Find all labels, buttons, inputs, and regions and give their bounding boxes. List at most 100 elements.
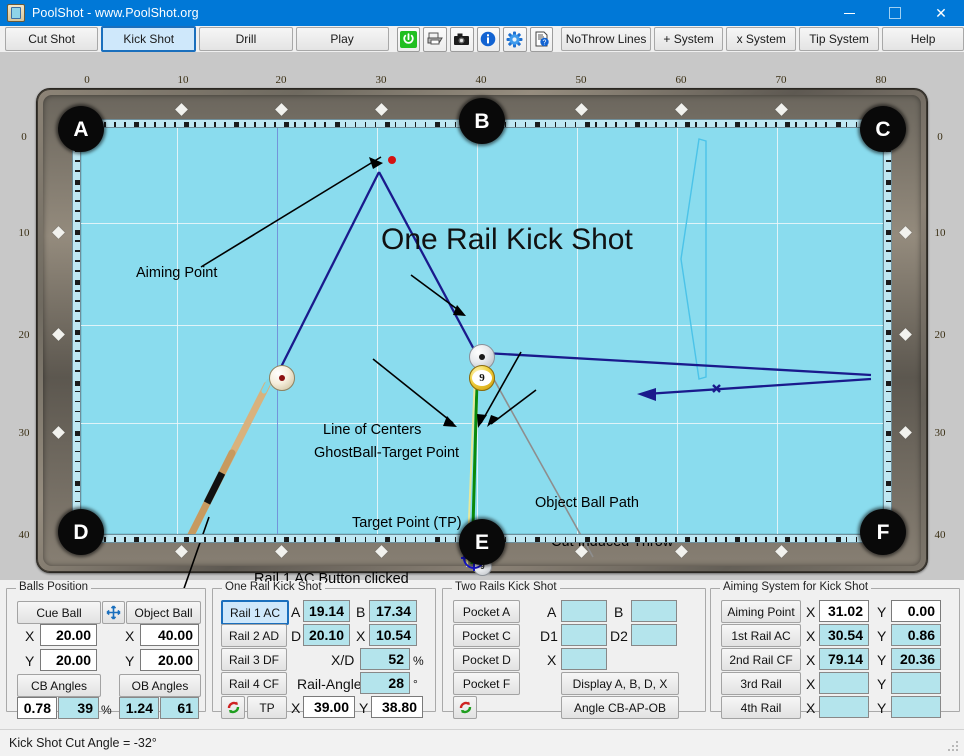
move-crosshair-icon[interactable]	[102, 601, 125, 624]
one-rail-x-field: 10.54	[369, 624, 417, 646]
camera-icon[interactable]	[449, 26, 474, 52]
angle-cb-ap-ob-button[interactable]: Angle CB-AP-OB	[561, 696, 679, 719]
settings-gear-icon[interactable]	[503, 26, 527, 52]
pocket-a[interactable]: A	[58, 106, 104, 152]
svg-text:?: ?	[542, 40, 546, 47]
close-button[interactable]: ✕	[918, 0, 964, 26]
pocket-f[interactable]: F	[860, 509, 906, 555]
third-rail-x-field	[819, 672, 869, 694]
third-rail-y-label: Y	[877, 676, 887, 692]
left-ruler-40: 40	[18, 529, 30, 541]
tip-system-button[interactable]: Tip System	[799, 27, 880, 51]
resize-grip-icon[interactable]	[948, 741, 960, 753]
tp-y-field[interactable]: 38.80	[371, 696, 423, 718]
tab-kick-shot[interactable]: Kick Shot	[101, 26, 197, 52]
third-rail-button[interactable]: 3rd Rail	[721, 672, 801, 695]
one-rail-d-label: D	[291, 628, 302, 644]
two-rails-a-field[interactable]	[561, 600, 607, 622]
maximize-button[interactable]	[872, 0, 918, 26]
left-ruler-20: 20	[18, 329, 30, 341]
table-stage: 0 10 20 30 40 50 60 70 80 0 10 20 30 40 …	[0, 52, 964, 598]
fourth-rail-y-field	[891, 696, 941, 718]
panel-balls-position-legend: Balls Position	[16, 581, 92, 593]
document-help-icon[interactable]: ?	[529, 26, 554, 52]
object-x-field[interactable]: 40.00	[140, 624, 199, 646]
info-icon[interactable]	[476, 26, 501, 52]
pocket-f-button[interactable]: Pocket F	[453, 672, 520, 695]
rail-4-cf-button[interactable]: Rail 4 CF	[221, 672, 287, 695]
top-ruler-50: 50	[575, 74, 587, 86]
pocket-c-button[interactable]: Pocket C	[453, 624, 520, 647]
cue-ball-button[interactable]: Cue Ball	[17, 601, 101, 624]
rail-3-df-button[interactable]: Rail 3 DF	[221, 648, 287, 671]
two-rails-x-field[interactable]	[561, 648, 607, 670]
pocket-a-button[interactable]: Pocket A	[453, 600, 520, 623]
second-rail-cf-button[interactable]: 2nd Rail CF	[721, 648, 801, 671]
ob-angles-button[interactable]: OB Angles	[119, 674, 201, 697]
pool-table[interactable]: 9 9 One Rail Kick Shot Aiming Point Line…	[36, 88, 928, 598]
aiming-point-y-field[interactable]: 0.00	[891, 600, 941, 622]
power-icon[interactable]	[396, 26, 421, 52]
first-rail-ac-button[interactable]: 1st Rail AC	[721, 624, 801, 647]
one-rail-a-label: A	[291, 604, 301, 620]
x-system-button[interactable]: x System	[726, 27, 797, 51]
tab-drill[interactable]: Drill	[199, 27, 293, 51]
pocket-d-button[interactable]: Pocket D	[453, 648, 520, 671]
refresh-icon[interactable]	[221, 696, 245, 719]
pocket-b[interactable]: B	[459, 98, 505, 144]
tab-cut-shot[interactable]: Cut Shot	[5, 27, 99, 51]
control-panels: Balls Position Cue Ball Object Ball X 20…	[0, 580, 964, 730]
annotation-target-point: Target Point (TP)	[352, 515, 462, 531]
one-rail-xd-unit: %	[413, 654, 424, 668]
cue-y-label: Y	[25, 653, 35, 669]
pocket-c[interactable]: C	[860, 106, 906, 152]
left-ruler-30: 30	[18, 427, 30, 439]
object-y-label: Y	[125, 653, 135, 669]
minimize-button[interactable]	[826, 0, 872, 26]
two-rails-d1-field[interactable]	[561, 624, 607, 646]
two-rails-d2-field[interactable]	[631, 624, 677, 646]
plus-system-button[interactable]: + System	[653, 27, 724, 51]
top-ruler-10: 10	[177, 74, 189, 86]
aiming-point-button[interactable]: Aiming Point	[721, 600, 801, 623]
annotation-line-of-centers: Line of Centers	[323, 422, 422, 438]
first-rail-x-label: X	[806, 628, 816, 644]
display-abdx-button[interactable]: Display A, B, D, X	[561, 672, 679, 695]
first-rail-y-field: 0.86	[891, 624, 941, 646]
rail-1-ac-button[interactable]: Rail 1 AC	[221, 600, 289, 625]
first-rail-y-label: Y	[877, 628, 887, 644]
rail-2-ad-button[interactable]: Rail 2 AD	[221, 624, 287, 647]
top-ruler-20: 20	[275, 74, 287, 86]
refresh-icon[interactable]	[453, 696, 477, 719]
tab-play[interactable]: Play	[295, 27, 389, 51]
print-icon[interactable]	[423, 26, 447, 52]
right-ruler-0: 0	[937, 131, 943, 143]
rail-angle-label: Rail-Angle	[297, 676, 362, 692]
nothrow-lines-button[interactable]: NoThrow Lines	[561, 27, 651, 51]
object-x-label: X	[125, 628, 135, 644]
one-rail-xd-field: 52	[360, 648, 410, 670]
object-y-field[interactable]: 20.00	[140, 649, 199, 671]
tp-button[interactable]: TP	[247, 696, 287, 719]
second-rail-x-field: 79.14	[819, 648, 869, 670]
two-rails-b-field[interactable]	[631, 600, 677, 622]
pocket-e[interactable]: E	[459, 519, 505, 565]
cue-x-field[interactable]: 20.00	[40, 624, 97, 646]
top-ruler-70: 70	[775, 74, 787, 86]
tp-x-field[interactable]: 39.00	[303, 696, 355, 718]
pocket-d[interactable]: D	[58, 509, 104, 555]
fourth-rail-button[interactable]: 4th Rail	[721, 696, 801, 719]
status-bar: Kick Shot Cut Angle = -32°	[0, 729, 964, 756]
aiming-point-x-label: X	[806, 604, 816, 620]
cue-y-field[interactable]: 20.00	[40, 649, 97, 671]
aiming-point-x-field[interactable]: 31.02	[819, 600, 869, 622]
cue-ball[interactable]	[269, 365, 295, 391]
cb-angles-button[interactable]: CB Angles	[17, 674, 101, 697]
help-button[interactable]: Help	[882, 27, 964, 51]
left-ruler-0: 0	[21, 131, 27, 143]
rail-angle-field: 28	[360, 672, 410, 694]
two-rails-b-label: B	[614, 604, 624, 620]
object-ball-button[interactable]: Object Ball	[126, 601, 201, 624]
status-text: Kick Shot Cut Angle = -32°	[9, 736, 157, 750]
right-ruler-10: 10	[934, 227, 946, 239]
